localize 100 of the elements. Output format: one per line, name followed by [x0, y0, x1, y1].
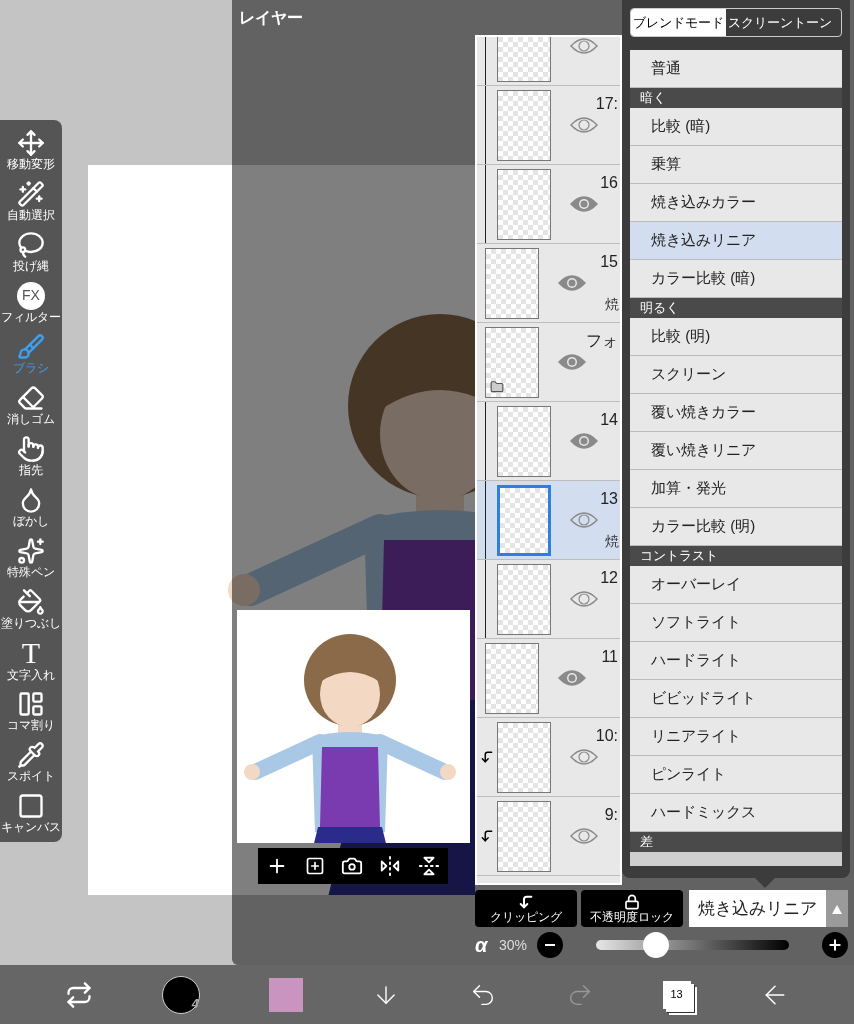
- letter-icon: T: [21, 637, 41, 668]
- menu-section-header: コントラスト: [630, 546, 842, 566]
- finger-icon: [17, 434, 45, 463]
- eye-icon[interactable]: [557, 273, 587, 293]
- paint-bucket-icon: [17, 587, 45, 616]
- layer-name: 15: [600, 252, 618, 272]
- eye-icon[interactable]: [569, 37, 599, 56]
- blend-mode-label: 焼: [605, 532, 619, 551]
- color-swatch[interactable]: [268, 977, 303, 1012]
- blend-mode-item[interactable]: カラー比較 (明): [630, 508, 842, 546]
- eye-icon[interactable]: [569, 747, 599, 767]
- clipping-icon: [518, 893, 534, 910]
- layer-name: フォ: [586, 331, 618, 351]
- layer-name: 16: [600, 173, 618, 193]
- tool-button[interactable]: 消しゴム: [0, 379, 62, 430]
- tool-button[interactable]: 自動選択: [0, 175, 62, 226]
- blend-mode-item[interactable]: 普通: [630, 50, 842, 88]
- blend-mode-item[interactable]: 焼き込みカラー: [630, 184, 842, 222]
- clipping-button[interactable]: クリッピング: [475, 890, 577, 927]
- blend-mode-item[interactable]: 乗算: [630, 146, 842, 184]
- move-icon: [17, 128, 45, 157]
- blend-mode-item[interactable]: ビビッドライト: [630, 680, 842, 718]
- tool-button[interactable]: 塗りつぶし: [0, 583, 62, 634]
- blend-mode-item[interactable]: 覆い焼きカラー: [630, 394, 842, 432]
- brush-size-button[interactable]: 4: [161, 975, 200, 1014]
- layer-name: 17:: [595, 94, 618, 114]
- layer-name: 12: [600, 568, 618, 588]
- opacity-reading: 30%: [499, 935, 529, 955]
- blend-mode-item[interactable]: オーバーレイ: [630, 566, 842, 604]
- blend-mode-item[interactable]: 比較 (暗): [630, 108, 842, 146]
- wand-icon: [17, 179, 45, 208]
- layer-thumbnail: [485, 642, 539, 714]
- blend-mode-item[interactable]: カラー比較 (暗): [630, 260, 842, 298]
- eraser-icon: [17, 383, 45, 412]
- brush-icon: [17, 332, 45, 361]
- tool-button[interactable]: コマ割り: [0, 685, 62, 736]
- layer-thumbnail: [497, 168, 551, 240]
- minus-button[interactable]: [537, 932, 563, 958]
- minus-icon: [545, 944, 555, 946]
- layer-thumbnail: [497, 484, 551, 556]
- eye-icon[interactable]: [569, 115, 599, 135]
- brush-eraser-swap-icon[interactable]: [64, 980, 93, 1009]
- panel-layout-icon: [17, 689, 45, 718]
- layer-name: 11: [601, 647, 618, 667]
- tool-button[interactable]: T 文字入れ: [0, 634, 62, 685]
- tool-button[interactable]: ぼかし: [0, 481, 62, 532]
- layer-row[interactable]: 17:: [477, 86, 620, 165]
- layer-row[interactable]: 14: [477, 402, 620, 481]
- blend-mode-item[interactable]: リニアライト: [630, 718, 842, 756]
- blend-mode-item[interactable]: ソフトライト: [630, 604, 842, 642]
- layer-row[interactable]: 12: [477, 560, 620, 639]
- blend-mode-label: 焼: [605, 295, 619, 314]
- sparkle-pen-icon: [17, 536, 45, 565]
- tool-button[interactable]: 投げ縄: [0, 226, 62, 277]
- layer-row[interactable]: 16: [477, 165, 620, 244]
- menu-tab[interactable]: ブレンドモード: [631, 9, 726, 36]
- fx-icon: FX: [17, 281, 45, 310]
- blend-mode-item[interactable]: ピンライト: [630, 756, 842, 794]
- tool-button[interactable]: 特殊ペン: [0, 532, 62, 583]
- panel-title: レイヤー: [239, 8, 303, 28]
- plus-icon: [827, 937, 843, 953]
- plus-button[interactable]: [822, 932, 848, 958]
- layer-name: 13: [600, 489, 618, 509]
- eye-icon[interactable]: [569, 826, 599, 846]
- eye-icon[interactable]: [569, 431, 599, 451]
- layer-thumbnail: [497, 800, 551, 872]
- blend-mode-item[interactable]: スクリーン: [630, 356, 842, 394]
- eye-icon[interactable]: [569, 194, 599, 214]
- blend-mode-select[interactable]: 焼き込みリニア: [689, 890, 848, 927]
- blend-mode-item[interactable]: 比較 (明): [630, 318, 842, 356]
- blend-mode-item[interactable]: 加算・発光: [630, 470, 842, 508]
- eye-icon[interactable]: [557, 668, 587, 688]
- layer-name: 9:: [604, 805, 618, 825]
- menu-section-header: 差: [630, 832, 842, 852]
- menu-section-header: 暗く: [630, 88, 842, 108]
- eye-icon[interactable]: [569, 589, 599, 609]
- alpha-symbol: α: [475, 933, 489, 958]
- tool-button[interactable]: 移動変形: [0, 124, 62, 175]
- tool-button[interactable]: FX フィルター: [0, 277, 62, 328]
- eye-icon[interactable]: [569, 510, 599, 530]
- lock-icon: [624, 893, 640, 910]
- blend-mode-item[interactable]: 焼き込みリニア: [630, 222, 842, 260]
- tool-button[interactable]: スポイト: [0, 736, 62, 787]
- tool-button[interactable]: 指先: [0, 430, 62, 481]
- blend-mode-item[interactable]: 覆い焼きリニア: [630, 432, 842, 470]
- eye-icon[interactable]: [557, 352, 587, 372]
- tool-button[interactable]: キャンバス: [0, 787, 62, 838]
- layer-name: 10:: [595, 726, 618, 746]
- blend-mode-item[interactable]: ハードミックス: [630, 794, 842, 832]
- menu-section-header: 明るく: [630, 298, 842, 318]
- square-icon: [17, 791, 45, 820]
- layer-thumbnail: [485, 247, 539, 319]
- alpha-lock-button[interactable]: 不透明度ロック: [581, 890, 683, 927]
- slider-thumb[interactable]: [642, 932, 669, 958]
- layer-thumbnail: [497, 563, 551, 635]
- blend-mode-item[interactable]: ハードライト: [630, 642, 842, 680]
- folder-icon: [489, 379, 505, 394]
- layer-name: 14: [600, 410, 618, 430]
- eyedropper-icon: [17, 740, 45, 769]
- layer-row[interactable]: 13 焼: [477, 481, 620, 560]
